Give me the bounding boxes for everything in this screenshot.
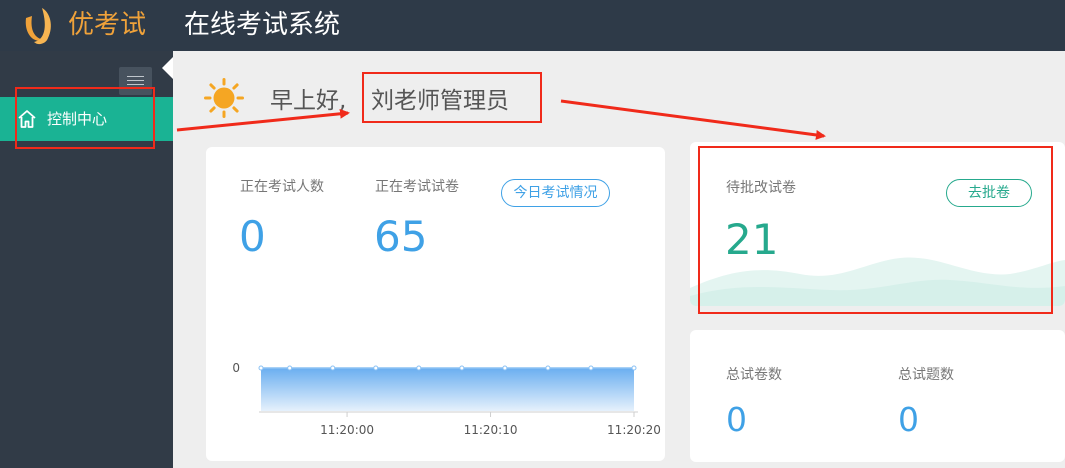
annotation-box-name [362, 72, 542, 123]
total-papers-value: 0 [726, 400, 747, 439]
annotation-box-review [698, 146, 1053, 314]
x-axis-tick-label: 11:20:20 [607, 423, 661, 437]
x-axis-tick-label: 11:20:00 [320, 423, 374, 437]
greeting-text: 早上好, [270, 88, 347, 114]
annotation-arrow-2 [560, 99, 826, 140]
app-title: 在线考试系统 [184, 10, 341, 40]
annotation-box-nav [15, 87, 155, 149]
exam-status-card: 正在考试人数 正在考试试卷 今日考试情况 0 65 11:20:00 11:20:… [206, 147, 665, 461]
y-axis-tick-label: 0 [232, 361, 240, 375]
chart-point [373, 365, 379, 371]
chart-point [416, 365, 422, 371]
chart-point [545, 365, 551, 371]
chart-point [502, 365, 508, 371]
top-bar: 优考试 在线考试系统 [0, 0, 1065, 51]
chart-point [287, 365, 293, 371]
chart-point [459, 365, 465, 371]
total-questions-value: 0 [898, 400, 919, 439]
chart-point [588, 365, 594, 371]
chart-point [258, 365, 264, 371]
totals-card: 总试卷数 总试题数 0 0 [690, 330, 1065, 462]
active-nav-pointer [162, 57, 173, 79]
logo-text[interactable]: 优考试 [68, 8, 146, 42]
total-questions-label: 总试题数 [898, 367, 954, 383]
x-axis-tick-label: 11:20:10 [464, 423, 518, 437]
exam-trend-chart: 11:20:00 11:20:10 11:20:20 0 [232, 361, 661, 437]
logo-icon [25, 8, 51, 45]
chart-point [330, 365, 336, 371]
total-papers-label: 总试卷数 [726, 367, 782, 383]
chart-area [261, 368, 634, 411]
sun-icon [204, 78, 244, 118]
chart-point [631, 365, 637, 371]
